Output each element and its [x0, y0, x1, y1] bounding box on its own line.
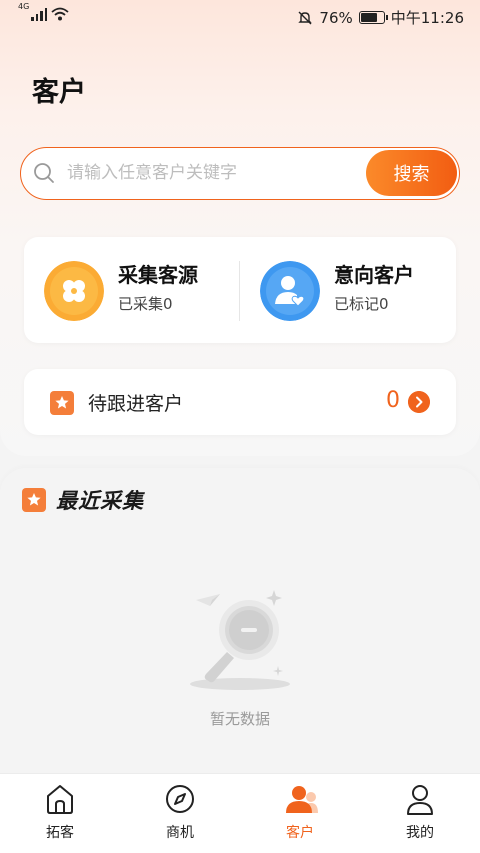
- tab-label: 拓客: [46, 825, 74, 841]
- tab-prospect[interactable]: 拓客: [0, 774, 120, 853]
- clock: 中午11:26: [390, 9, 464, 27]
- tab-label: 商机: [166, 825, 194, 841]
- tab-mine[interactable]: 我的: [360, 774, 480, 853]
- follow-up-count: 0: [386, 388, 400, 413]
- star-badge-icon: [22, 488, 46, 512]
- tab-opportunity[interactable]: 商机: [120, 774, 240, 853]
- search-bar: 搜索: [20, 147, 460, 200]
- battery-icon: [358, 11, 388, 24]
- intent-customer-count: 已标记0: [334, 295, 389, 313]
- tab-customers[interactable]: 客户: [240, 774, 360, 853]
- star-badge-icon: [50, 391, 74, 415]
- bottom-tab-bar: 拓客 商机 客户 我的: [0, 773, 480, 853]
- mute-bell-icon: [298, 11, 313, 24]
- search-button[interactable]: 搜索: [366, 150, 457, 196]
- section-title: 最近采集: [56, 489, 144, 513]
- status-bar: 4G 76% 中午11:26: [0, 0, 480, 34]
- signal-icon: [31, 7, 48, 21]
- recent-collection-section: 最近采集 暂无数据: [0, 468, 480, 788]
- page-title: 客户: [32, 77, 86, 108]
- divider: [239, 261, 240, 321]
- follow-up-customers-row[interactable]: 待跟进客户 0: [24, 369, 456, 435]
- network-type: 4G: [18, 2, 30, 11]
- compass-icon: [166, 785, 194, 813]
- user-heart-icon: [260, 261, 320, 321]
- home-icon: [47, 785, 73, 814]
- search-icon: [34, 163, 54, 183]
- battery-percent: 76%: [319, 8, 353, 27]
- search-input[interactable]: [67, 158, 357, 188]
- collect-source-count: 已采集0: [118, 295, 173, 313]
- tab-label: 我的: [406, 825, 434, 841]
- collect-source-entry[interactable]: 采集客源 已采集0: [44, 237, 244, 343]
- intent-customer-entry[interactable]: 意向客户 已标记0: [260, 237, 460, 343]
- stats-card: 采集客源 已采集0 意向客户 已标记0: [24, 237, 456, 343]
- collect-source-title: 采集客源: [118, 263, 198, 287]
- follow-up-label: 待跟进客户: [88, 393, 184, 415]
- tab-label: 客户: [286, 825, 314, 841]
- empty-search-illustration: [190, 590, 290, 690]
- customers-icon: [286, 786, 318, 813]
- battery-level: [360, 13, 377, 22]
- chevron-right-icon: [408, 391, 430, 413]
- profile-icon: [407, 785, 433, 815]
- wifi-icon: [51, 7, 69, 21]
- empty-state-text: 暂无数据: [209, 710, 270, 728]
- intent-customer-title: 意向客户: [334, 263, 414, 287]
- clover-icon: [44, 261, 104, 321]
